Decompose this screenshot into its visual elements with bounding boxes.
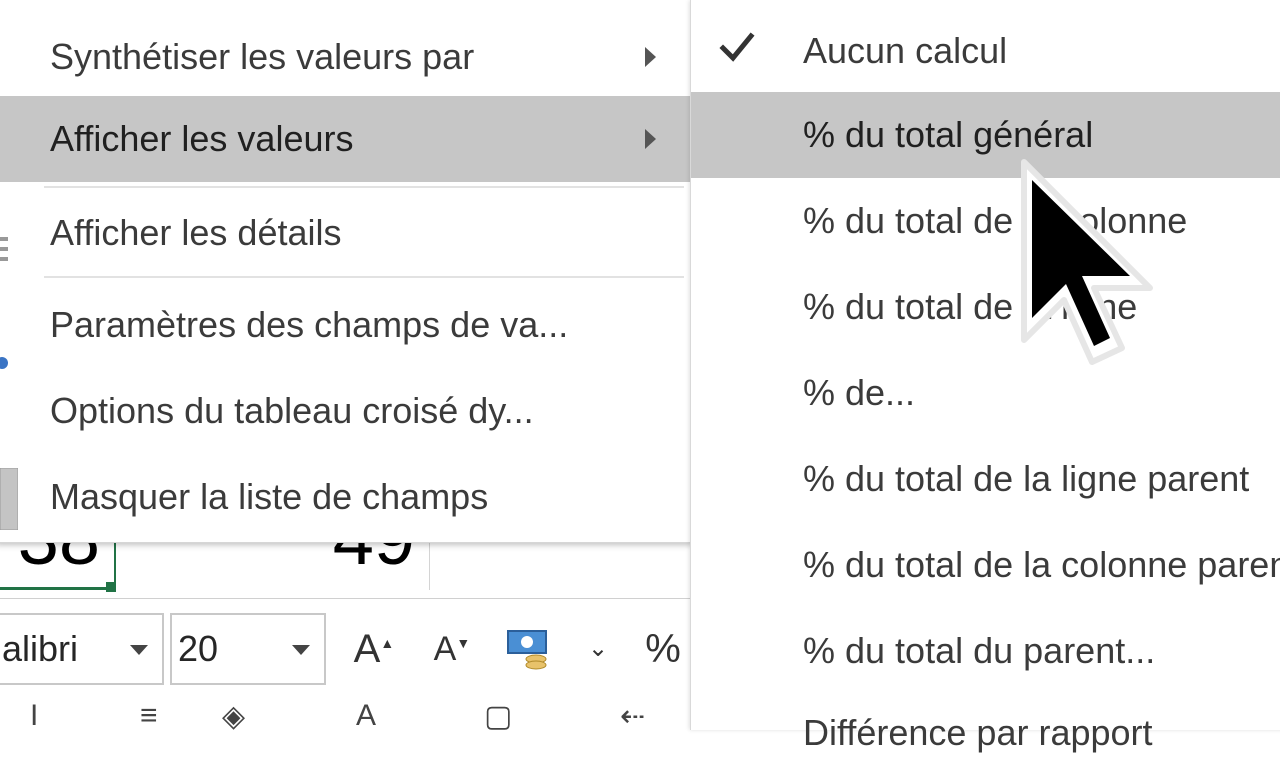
menu-separator <box>44 186 684 188</box>
accounting-format-button[interactable] <box>500 619 560 679</box>
chevron-down-icon[interactable]: ⌄ <box>584 619 612 679</box>
submenu-item-percent-of-parent-column-total[interactable]: % du total de la colonne parent <box>691 522 1280 608</box>
decrease-font-icon: A <box>433 630 457 668</box>
cursor-arrow-icon <box>1021 159 1153 365</box>
menu-item-hide-field-list[interactable]: Masquer la liste de champs <box>0 454 690 540</box>
menu-item-pivottable-options[interactable]: Options du tableau croisé dy... <box>0 368 690 454</box>
menu-item-label: Afficher les détails <box>50 212 342 253</box>
submenu-item-label: % du total de la ligne parent <box>803 458 1250 499</box>
dropdown-caret-icon[interactable] <box>130 645 148 655</box>
decrease-font-size-button[interactable]: A ▼ <box>420 619 471 679</box>
submenu-item-percent-of-parent-total[interactable]: % du total du parent... <box>691 608 1280 694</box>
field-list-icon <box>0 467 19 561</box>
submenu-item-label: % du total du parent... <box>803 630 1156 671</box>
caret-up-icon: ▲ <box>380 635 395 651</box>
show-values-as-submenu: Aucun calcul % du total général % du tot… <box>690 0 1280 753</box>
submenu-item-difference-from[interactable]: Différence par rapport <box>691 690 1280 776</box>
submenu-item-label: % du total de la colonne parent <box>803 544 1280 585</box>
menu-item-label: Synthétiser les valeurs par <box>50 36 475 77</box>
submenu-item-no-calculation[interactable]: Aucun calcul <box>691 8 1280 94</box>
decrease-decimal-icon[interactable]: ⇠ <box>620 699 645 734</box>
menu-separator <box>44 276 684 278</box>
menu-item-summarize-values-by[interactable]: Synthétiser les valeurs par <box>0 14 690 100</box>
font-name-value: alibri <box>2 628 79 669</box>
menu-item-label: Paramètres des champs de va... <box>50 304 569 345</box>
submenu-item-label: Différence par rapport <box>803 712 1153 753</box>
submenu-item-label: % de... <box>803 372 916 413</box>
borders-icon[interactable]: ▢ <box>484 699 512 734</box>
caret-down-icon: ▼ <box>456 635 471 651</box>
submenu-item-label: Aucun calcul <box>803 30 1008 71</box>
menu-item-show-details[interactable]: Afficher les détails <box>0 190 690 276</box>
menu-item-show-values-as[interactable]: Afficher les valeurs <box>0 96 690 182</box>
increase-font-icon: A <box>353 627 381 671</box>
align-center-icon[interactable]: ≡ <box>140 699 158 733</box>
submenu-item-percent-of-parent-row-total[interactable]: % du total de la ligne parent <box>691 436 1280 522</box>
italic-icon[interactable]: I <box>30 699 38 733</box>
fill-handle[interactable] <box>106 582 116 592</box>
menu-item-label: Options du tableau croisé dy... <box>50 390 534 431</box>
submenu-item-percent-of-row-total[interactable]: % du total de la ligne <box>691 264 1280 350</box>
submenu-arrow-icon <box>645 47 656 67</box>
fill-color-icon[interactable]: ◈ <box>222 699 245 734</box>
submenu-item-percent-of-grand-total[interactable]: % du total général <box>691 92 1280 178</box>
percent-style-button[interactable]: % <box>636 619 690 679</box>
dropdown-caret-icon[interactable] <box>292 645 310 655</box>
font-name-combobox[interactable]: alibri <box>0 613 164 685</box>
submenu-item-percent-of-column-total[interactable]: % du total de la colonne <box>691 178 1280 264</box>
menu-item-label: Masquer la liste de champs <box>50 476 489 517</box>
submenu-arrow-icon <box>645 129 656 149</box>
accounting-format-icon <box>507 630 547 670</box>
font-size-value: 20 <box>178 628 219 669</box>
mini-toolbar: alibri 20 A ▲ A ▼ ⌄ % I ≡ ◈ A ▢ ⇠ <box>0 598 690 733</box>
menu-item-value-field-settings[interactable]: Paramètres des champs de va... <box>0 282 690 369</box>
menu-item-label: Afficher les valeurs <box>50 118 354 159</box>
percent-style-label: % <box>645 627 681 671</box>
increase-font-size-button[interactable]: A ▲ <box>342 619 395 679</box>
font-color-icon[interactable]: A <box>356 699 376 733</box>
font-size-combobox[interactable]: 20 <box>170 613 326 685</box>
submenu-item-percent-of[interactable]: % de... <box>691 350 1280 436</box>
check-icon <box>719 32 755 62</box>
context-menu: Synthétiser les valeurs par Afficher les… <box>0 0 691 543</box>
